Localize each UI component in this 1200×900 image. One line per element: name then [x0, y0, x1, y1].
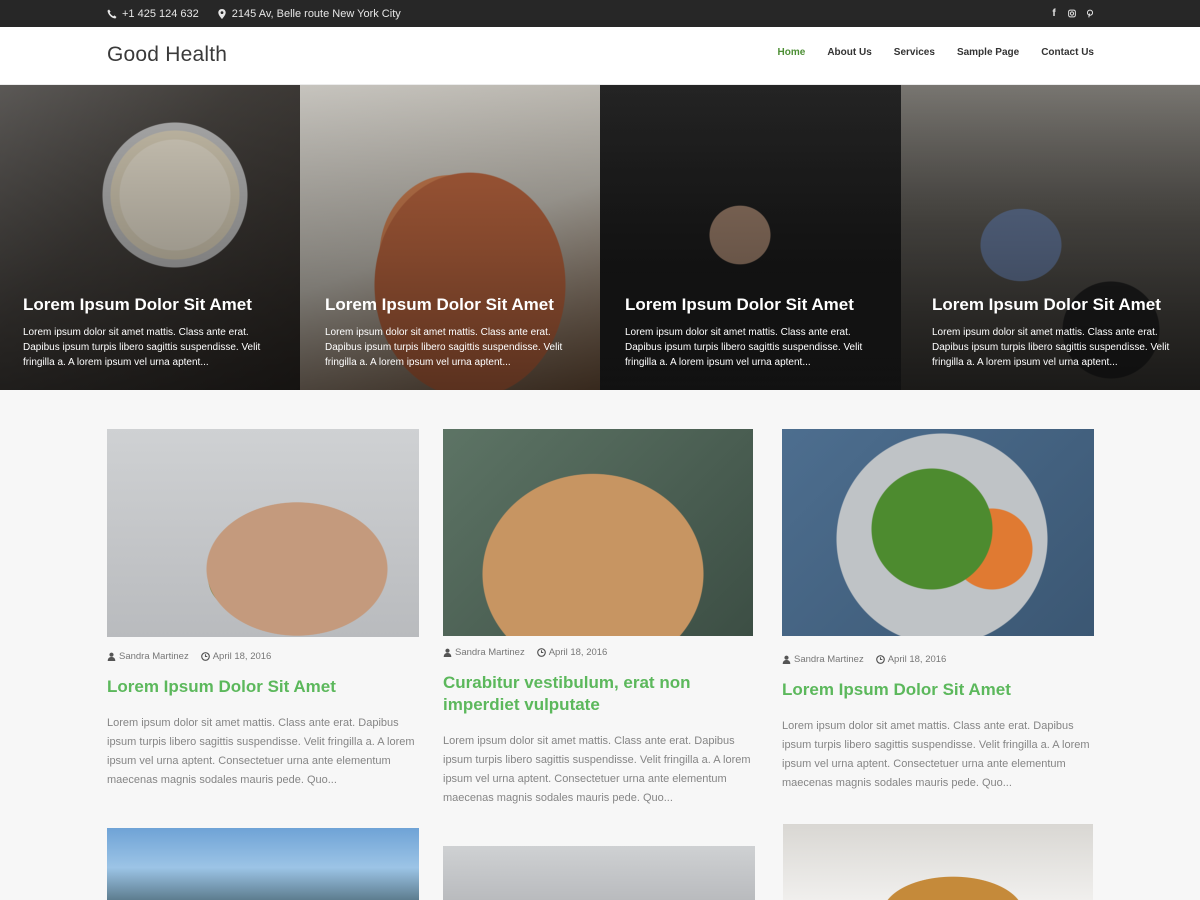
- post-author[interactable]: Sandra Martinez: [119, 651, 189, 662]
- post-card: Sandra Martinez April 18, 2016 Lorem Ips…: [782, 429, 1094, 793]
- user-icon: [782, 655, 791, 664]
- post-thumbnail[interactable]: [107, 429, 419, 637]
- post-thumbnail[interactable]: [782, 429, 1094, 636]
- pinterest-icon[interactable]: [1086, 9, 1094, 19]
- phone-number: +1 425 124 632: [122, 7, 199, 20]
- phone-info: +1 425 124 632: [107, 8, 199, 20]
- post-card: [783, 824, 1093, 900]
- clock-icon: [536, 648, 546, 657]
- slide-title[interactable]: Lorem Ipsum Dolor Sit Amet: [932, 295, 1182, 315]
- post-card: Sandra Martinez April 18, 2016 Lorem Ips…: [107, 429, 419, 790]
- instagram-icon[interactable]: [1068, 9, 1076, 19]
- slide-excerpt: Lorem ipsum dolor sit amet mattis. Class…: [932, 327, 1170, 368]
- post-excerpt: Lorem ipsum dolor sit amet mattis. Class…: [443, 735, 751, 804]
- nav-home[interactable]: Home: [778, 47, 806, 58]
- slide-excerpt: Lorem ipsum dolor sit amet mattis. Class…: [23, 327, 261, 368]
- post-meta: Sandra Martinez April 18, 2016: [107, 651, 419, 662]
- site-title[interactable]: Good Health: [107, 43, 227, 67]
- post-author[interactable]: Sandra Martinez: [794, 654, 864, 665]
- post-thumbnail[interactable]: [783, 824, 1093, 900]
- post-thumbnail[interactable]: [443, 846, 755, 900]
- user-icon: [107, 652, 116, 661]
- post-excerpt: Lorem ipsum dolor sit amet mattis. Class…: [782, 720, 1090, 789]
- facebook-icon[interactable]: f: [1050, 8, 1058, 19]
- nav-services[interactable]: Services: [894, 47, 935, 58]
- post-title[interactable]: Lorem Ipsum Dolor Sit Amet: [107, 676, 419, 698]
- clock-icon: [200, 652, 210, 661]
- slide-item[interactable]: Lorem Ipsum Dolor Sit Amet Lorem ipsum d…: [901, 85, 1200, 390]
- slide-item[interactable]: Lorem Ipsum Dolor Sit Amet Lorem ipsum d…: [0, 85, 300, 390]
- post-author[interactable]: Sandra Martinez: [455, 647, 525, 658]
- post-meta: Sandra Martinez April 18, 2016: [782, 654, 1094, 665]
- slide-item[interactable]: Lorem Ipsum Dolor Sit Amet Lorem ipsum d…: [600, 85, 901, 390]
- post-title[interactable]: Lorem Ipsum Dolor Sit Amet: [782, 679, 1094, 701]
- slide-item[interactable]: Lorem Ipsum Dolor Sit Amet Lorem ipsum d…: [300, 85, 600, 390]
- slide-title[interactable]: Lorem Ipsum Dolor Sit Amet: [625, 295, 879, 315]
- main-nav: Home About Us Services Sample Page Conta…: [778, 47, 1094, 58]
- post-date[interactable]: April 18, 2016: [549, 647, 608, 658]
- site-header: Good Health Home About Us Services Sampl…: [0, 27, 1200, 85]
- slide-title[interactable]: Lorem Ipsum Dolor Sit Amet: [23, 295, 278, 315]
- map-marker-icon: [218, 8, 226, 19]
- clock-icon: [875, 655, 885, 664]
- post-thumbnail[interactable]: [443, 429, 753, 636]
- user-icon: [443, 648, 452, 657]
- post-date[interactable]: April 18, 2016: [213, 651, 272, 662]
- post-card: [443, 846, 755, 900]
- nav-about-us[interactable]: About Us: [827, 47, 871, 58]
- address-text: 2145 Av, Belle route New York City: [231, 7, 401, 20]
- nav-sample-page[interactable]: Sample Page: [957, 47, 1019, 58]
- slide-excerpt: Lorem ipsum dolor sit amet mattis. Class…: [325, 327, 563, 368]
- slide-title[interactable]: Lorem Ipsum Dolor Sit Amet: [325, 295, 578, 315]
- post-meta: Sandra Martinez April 18, 2016: [443, 647, 753, 658]
- nav-contact-us[interactable]: Contact Us: [1041, 47, 1094, 58]
- post-title[interactable]: Curabitur vestibulum, erat non imperdiet…: [443, 672, 753, 716]
- phone-icon: [107, 9, 117, 18]
- post-excerpt: Lorem ipsum dolor sit amet mattis. Class…: [107, 717, 415, 786]
- top-bar: +1 425 124 632 2145 Av, Belle route New …: [0, 0, 1200, 27]
- address-info: 2145 Av, Belle route New York City: [217, 8, 401, 20]
- social-links: f: [1050, 8, 1094, 19]
- post-card: Sandra Martinez April 18, 2016 Curabitur…: [443, 429, 753, 808]
- post-card: [107, 828, 419, 900]
- post-date[interactable]: April 18, 2016: [888, 654, 947, 665]
- post-thumbnail[interactable]: [107, 828, 419, 900]
- featured-slider: Lorem Ipsum Dolor Sit Amet Lorem ipsum d…: [0, 85, 1200, 390]
- slide-excerpt: Lorem ipsum dolor sit amet mattis. Class…: [625, 327, 863, 368]
